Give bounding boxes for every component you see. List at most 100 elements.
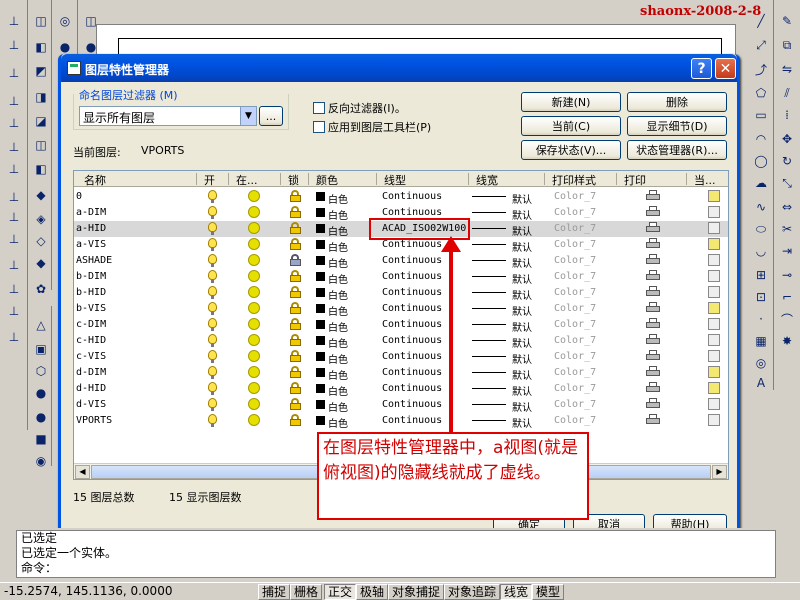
column-header[interactable]: 当... <box>694 172 716 188</box>
printer-icon[interactable] <box>646 302 660 314</box>
on-bulb-icon[interactable] <box>208 222 217 235</box>
layer-color[interactable]: 白色 <box>328 351 348 366</box>
layer-lineweight[interactable]: 默认 <box>512 351 532 366</box>
command-history[interactable]: 已选定 已选定一个实体。 命令： <box>16 530 776 578</box>
region2-icon[interactable]: ◎ <box>750 352 772 374</box>
ucs-3point-icon[interactable]: ⊥ <box>3 186 25 208</box>
layer-lineweight[interactable]: 默认 <box>512 191 532 206</box>
fillet-icon[interactable]: ⌒ <box>776 308 798 330</box>
layer-linetype[interactable]: Continuous <box>382 271 442 282</box>
column-divider[interactable] <box>686 173 687 185</box>
thaw-sun-icon[interactable] <box>248 222 260 234</box>
color-swatch[interactable] <box>316 416 325 425</box>
show-details-button[interactable]: 显示细节(D) <box>627 116 727 136</box>
extrude-icon[interactable]: ▣ <box>30 338 52 360</box>
thaw-sun-icon[interactable] <box>248 286 260 298</box>
layer-color[interactable]: 白色 <box>328 271 348 286</box>
ucs-zaxis-icon[interactable]: ⊥ <box>3 158 25 180</box>
polygon-icon[interactable]: ⬠ <box>750 82 772 104</box>
viewport-freeze-icon[interactable] <box>708 206 720 218</box>
viewport-freeze-icon[interactable] <box>708 318 720 330</box>
thaw-sun-icon[interactable] <box>248 254 260 266</box>
color-swatch[interactable] <box>316 272 325 281</box>
printer-icon[interactable] <box>646 350 660 362</box>
ucs-z-icon[interactable]: ⊥ <box>3 254 25 276</box>
command-prompt[interactable]: 命令： <box>21 561 775 576</box>
layer-lineweight[interactable]: 默认 <box>512 287 532 302</box>
layer-lineweight[interactable]: 默认 <box>512 207 532 222</box>
color-swatch[interactable] <box>316 208 325 217</box>
layer-row[interactable]: d-DIM 白色 Continuous 默认 Color_7 <box>74 365 728 382</box>
column-divider[interactable] <box>544 173 545 185</box>
lock-open-icon[interactable] <box>290 334 301 346</box>
filter-browse-button[interactable]: ... <box>259 106 283 126</box>
thaw-sun-icon[interactable] <box>248 350 260 362</box>
lock-open-icon[interactable] <box>290 398 301 410</box>
column-divider[interactable] <box>280 173 281 185</box>
viewport-freeze-icon[interactable] <box>708 222 720 234</box>
printer-icon[interactable] <box>646 238 660 250</box>
on-bulb-icon[interactable] <box>208 206 217 219</box>
column-divider[interactable] <box>196 173 197 185</box>
move-icon[interactable]: ✥ <box>776 128 798 150</box>
column-header[interactable]: 锁 <box>288 172 299 188</box>
layer-lineweight[interactable]: 默认 <box>512 367 532 382</box>
cube-top-icon[interactable]: ◩ <box>30 60 52 82</box>
ucs-y-icon[interactable]: ⊥ <box>3 228 25 250</box>
break-icon[interactable]: ⊸ <box>776 264 798 286</box>
torus-icon[interactable]: ✿ <box>30 278 52 300</box>
layer-linetype[interactable]: Continuous <box>382 415 442 426</box>
layer-row[interactable]: c-HID 白色 Continuous 默认 Color_7 <box>74 333 728 350</box>
printer-icon[interactable] <box>646 270 660 282</box>
viewport-freeze-icon[interactable] <box>708 286 720 298</box>
column-divider[interactable] <box>468 173 469 185</box>
status-toggle-button[interactable]: 正交 <box>324 584 357 600</box>
layer-lineweight[interactable]: 默认 <box>512 223 532 238</box>
printer-icon[interactable] <box>646 318 660 330</box>
chamfer-icon[interactable]: ⌐ <box>776 286 798 308</box>
lock-open-icon[interactable] <box>290 190 301 202</box>
ucs-view-icon[interactable]: ⊥ <box>3 112 25 134</box>
layer-linetype[interactable]: Continuous <box>382 319 442 330</box>
color-swatch[interactable] <box>316 352 325 361</box>
layer-color[interactable]: 白色 <box>328 335 348 350</box>
layer-lineweight[interactable]: 默认 <box>512 271 532 286</box>
layer-color[interactable]: 白色 <box>328 367 348 382</box>
lock-open-icon[interactable] <box>290 382 301 394</box>
printer-icon[interactable] <box>646 286 660 298</box>
status-toggle-button[interactable]: 对象追踪 <box>444 584 501 600</box>
column-header[interactable]: 打印 <box>624 172 646 188</box>
layer-row[interactable]: 0 白色 Continuous 默认 Color_7 <box>74 189 728 206</box>
color-swatch[interactable] <box>316 192 325 201</box>
layer-lineweight[interactable]: 默认 <box>512 255 532 270</box>
lock-open-icon[interactable] <box>290 318 301 330</box>
sphere-icon[interactable]: ◆ <box>30 184 52 206</box>
cube-back-icon[interactable]: ◧ <box>30 158 52 180</box>
cloud-icon[interactable]: ☁ <box>750 172 772 194</box>
printer-icon[interactable] <box>646 206 660 218</box>
ucs-object-icon[interactable]: ⊥ <box>3 62 25 84</box>
dialog-titlebar[interactable]: 图层特性管理器 ? ✕ <box>61 54 737 82</box>
thaw-sun-icon[interactable] <box>248 334 260 346</box>
scale-icon[interactable]: ⤡ <box>776 172 798 194</box>
trim-icon[interactable]: ✂ <box>776 218 798 240</box>
layer-color[interactable]: 白色 <box>328 207 348 222</box>
layer-row[interactable]: d-HID 白色 Continuous 默认 Color_7 <box>74 381 728 398</box>
ucs-apply-icon[interactable]: ⊥ <box>3 278 25 300</box>
layer-row[interactable]: c-DIM 白色 Continuous 默认 Color_7 <box>74 317 728 334</box>
printer-icon[interactable] <box>646 190 660 202</box>
layer-color[interactable]: 白色 <box>328 287 348 302</box>
sphere-shade-icon[interactable]: ● <box>30 406 52 428</box>
lock-open-icon[interactable] <box>290 366 301 378</box>
column-divider[interactable] <box>228 173 229 185</box>
cube-side-icon[interactable]: ◪ <box>30 110 52 132</box>
layer-color[interactable]: 白色 <box>328 223 348 238</box>
viewport-freeze-icon[interactable] <box>708 382 720 394</box>
orbit-icon[interactable]: ◎ <box>54 10 76 32</box>
lock-open-icon[interactable] <box>290 270 301 282</box>
color-swatch[interactable] <box>316 320 325 329</box>
invert-filter-checkbox[interactable]: 反向过滤器(I)。 <box>313 100 406 116</box>
column-header[interactable]: 名称 <box>84 172 106 188</box>
new-layer-button[interactable]: 新建(N) <box>521 92 621 112</box>
layer-color[interactable]: 白色 <box>328 415 348 430</box>
